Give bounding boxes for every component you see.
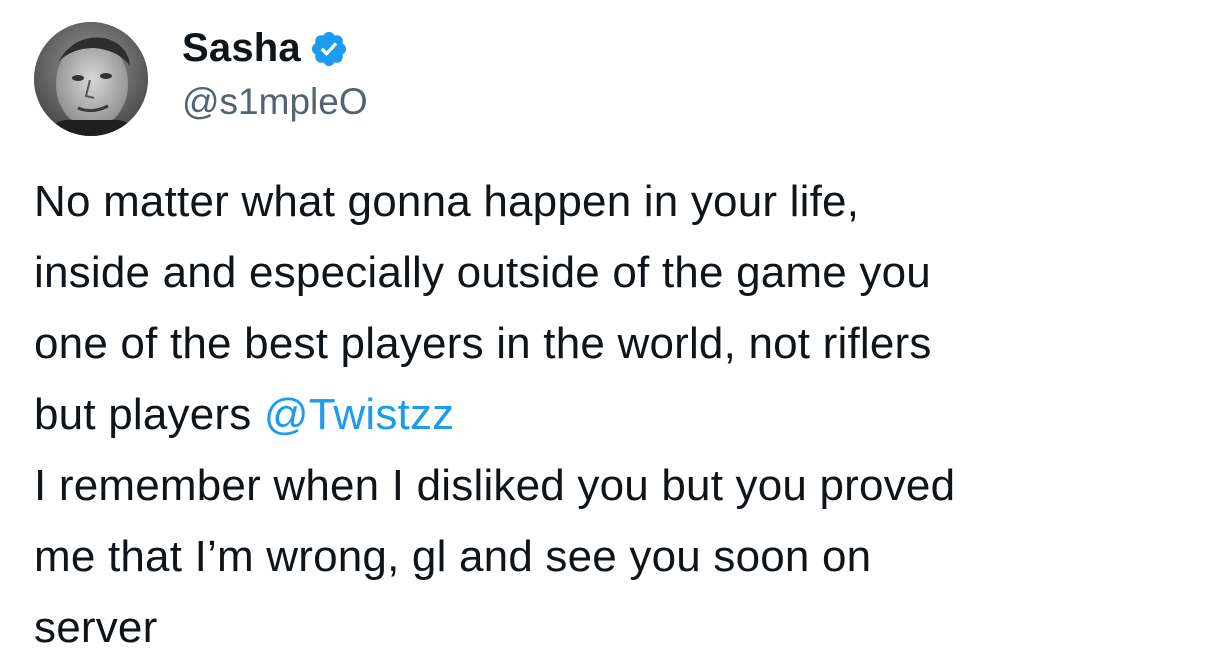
tweet-line: I remember when I disliked you but you p… <box>34 461 956 510</box>
mention-link[interactable]: @Twistzz <box>264 390 455 439</box>
tweet-line: No matter what gonna happen in your life… <box>34 177 860 226</box>
tweet-line: but players @Twistzz <box>34 379 1204 450</box>
profile-photo <box>34 22 148 136</box>
tweet-line: one of the best players in the world, no… <box>34 319 932 368</box>
author-name-row: Sasha <box>182 24 349 72</box>
avatar[interactable] <box>34 22 148 136</box>
tweet-line-text: but players <box>34 390 264 439</box>
tweet-text: No matter what gonna happen in your life… <box>34 166 1204 663</box>
tweet-line: inside and especially outside of the gam… <box>34 248 931 297</box>
tweet-line: me that I’m wrong, gl and see you soon o… <box>34 532 872 581</box>
display-name[interactable]: Sasha <box>182 24 301 72</box>
verified-badge-icon <box>309 29 349 69</box>
user-handle[interactable]: @s1mpleO <box>182 80 368 124</box>
tweet-line: server <box>34 603 158 652</box>
tweet-card: Sasha @s1mpleO No matter what gonna happ… <box>0 0 1220 658</box>
